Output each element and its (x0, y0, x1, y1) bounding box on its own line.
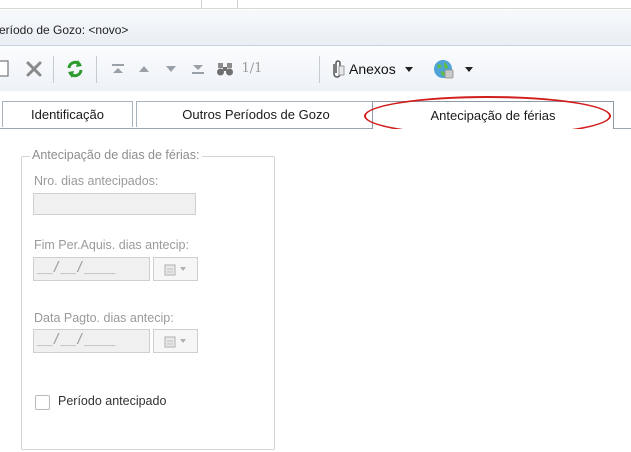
tab-content: Antecipação de dias de férias: Nro. dias… (0, 129, 631, 452)
nro-dias-input[interactable] (33, 193, 196, 215)
toolbar: 1/1 Anexos (0, 46, 631, 91)
tab-outros-periodos[interactable]: Outros Períodos de Gozo (136, 101, 376, 127)
dropdown-arrow-icon (180, 339, 186, 343)
anexos-label: Anexos (349, 60, 396, 77)
next-record-icon[interactable] (160, 46, 182, 91)
anexos-button[interactable]: Anexos (329, 46, 415, 91)
toolbar-separator (53, 56, 54, 83)
tab-antecipacao-ferias[interactable]: Antecipação de férias (372, 101, 614, 129)
window-titlebar: eríodo de Gozo: <novo> (0, 10, 631, 46)
globe-icon (434, 59, 454, 78)
fim-per-date-input[interactable]: __/__/____ (33, 257, 150, 281)
periodo-antecipado-label: Período antecipado (58, 394, 167, 408)
new-doc-icon[interactable] (0, 46, 14, 91)
window-title: eríodo de Gozo: <novo> (0, 23, 129, 37)
column-separator (237, 0, 238, 8)
toolbar-separator (319, 56, 320, 83)
last-record-icon[interactable] (186, 46, 210, 91)
tab-identificacao[interactable]: Identificação (2, 101, 133, 127)
binoculars-icon[interactable] (213, 46, 237, 91)
paperclip-icon (333, 59, 345, 78)
top-strip (0, 0, 631, 9)
data-pagto-calendar-button[interactable] (153, 329, 198, 353)
dropdown-arrow-icon (180, 267, 186, 271)
data-pagto-label: Data Pagto. dias antecip: (34, 311, 174, 325)
nro-dias-label: Nro. dias antecipados: (34, 174, 159, 188)
calendar-icon (164, 264, 176, 275)
periodo-antecipado-checkbox[interactable] (35, 395, 50, 410)
fim-per-calendar-button[interactable] (153, 257, 198, 281)
first-record-icon[interactable] (106, 46, 130, 91)
tab-bar: Identificação Outros Períodos de Gozo An… (0, 101, 631, 129)
calendar-icon (164, 336, 176, 347)
previous-record-icon[interactable] (133, 46, 155, 91)
globe-menu-button[interactable] (432, 46, 488, 91)
group-legend: Antecipação de dias de férias: (30, 148, 203, 162)
divider (0, 8, 631, 9)
column-separator (201, 0, 202, 8)
pager-indicator: 1/1 (241, 61, 263, 76)
fim-per-label: Fim Per.Aquis. dias antecip: (34, 238, 189, 252)
refresh-icon[interactable] (61, 46, 89, 91)
dropdown-arrow-icon (404, 66, 413, 72)
delete-icon[interactable] (22, 46, 46, 91)
toolbar-separator (96, 56, 97, 83)
data-pagto-date-input[interactable]: __/__/____ (33, 329, 150, 353)
dropdown-arrow-icon (465, 66, 473, 72)
